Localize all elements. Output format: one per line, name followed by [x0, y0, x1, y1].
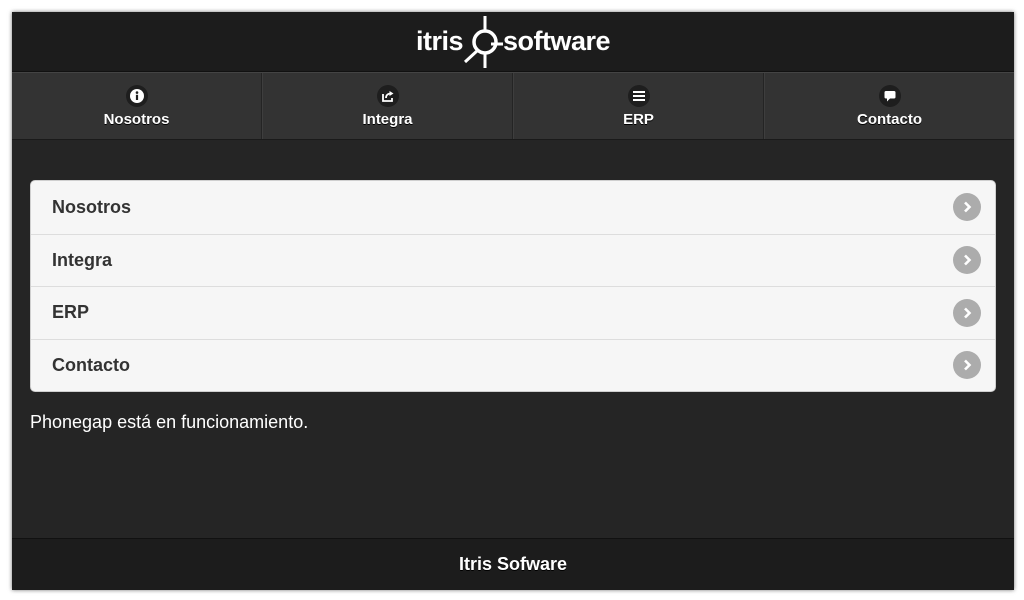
list-item-erp[interactable]: ERP — [31, 286, 995, 339]
logo-text-software: software — [502, 26, 611, 56]
itris-logo: itris software — [415, 14, 611, 70]
arrow-right-icon — [953, 193, 981, 222]
nav-label: Integra — [362, 110, 413, 128]
nav-item-contacto[interactable]: Contacto — [764, 73, 1014, 139]
footer-title: Itris Sofware — [458, 554, 568, 574]
nav-label: Nosotros — [103, 110, 170, 128]
nav-item-integra[interactable]: Integra — [262, 73, 513, 139]
footer: Itris Sofware — [12, 538, 1014, 590]
list-item-contacto[interactable]: Contacto — [31, 338, 995, 392]
menu-list: Nosotros Integra ERP Contacto — [30, 180, 996, 392]
nav-item-erp[interactable]: ERP — [513, 73, 764, 139]
logo-text-itris: itris — [415, 26, 464, 56]
list-item-label: Nosotros — [52, 196, 132, 217]
header: itris software — [12, 12, 1014, 72]
logo-mark-icon — [463, 15, 503, 68]
arrow-right-icon — [953, 351, 981, 380]
comment-icon — [878, 84, 901, 107]
list-item-label: Integra — [52, 249, 113, 270]
list-item-integra[interactable]: Integra — [31, 233, 995, 287]
nav-label: ERP — [623, 110, 654, 128]
arrow-right-icon — [953, 298, 981, 327]
share-icon — [376, 84, 399, 107]
status-text: Phonegap está en funcionamiento. — [30, 412, 309, 432]
list-item-label: ERP — [52, 302, 90, 323]
navbar: Nosotros Integra ERP Contacto — [12, 72, 1014, 140]
bars-icon — [627, 84, 650, 107]
nav-label: Contacto — [857, 110, 922, 128]
info-icon — [125, 84, 148, 107]
list-item-nosotros[interactable]: Nosotros — [31, 181, 995, 234]
app-frame: itris software Nosotros Integra ERP Cont… — [12, 12, 1014, 590]
nav-item-nosotros[interactable]: Nosotros — [12, 73, 262, 139]
arrow-right-icon — [953, 246, 981, 275]
list-item-label: Contacto — [52, 354, 130, 375]
